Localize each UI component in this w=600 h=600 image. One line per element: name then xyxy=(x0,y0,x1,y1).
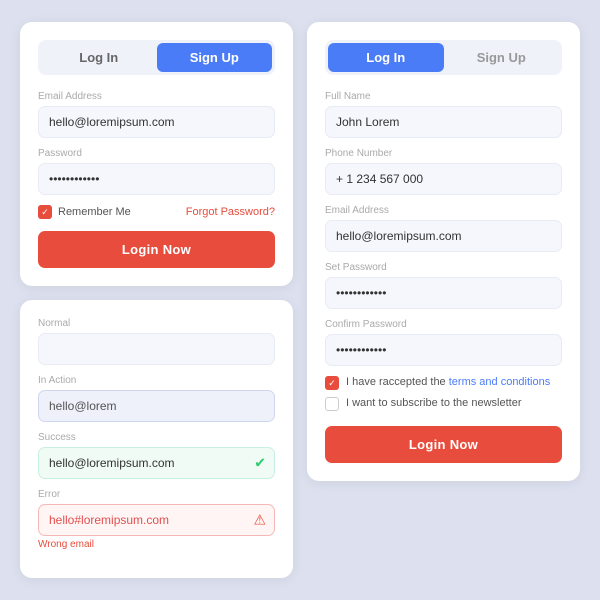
email-input[interactable] xyxy=(38,106,275,138)
in-action-group: In Action xyxy=(38,375,275,422)
email-label: Email Address xyxy=(38,91,275,102)
fullname-label: Full Name xyxy=(325,91,562,102)
success-input[interactable] xyxy=(38,447,275,479)
confirm-password-group: Confirm Password xyxy=(325,319,562,366)
error-label: Error xyxy=(38,489,275,500)
terms-row-1: ✓ I have raccepted the terms and conditi… xyxy=(325,376,562,390)
newsletter-text: I want to subscribe to the newsletter xyxy=(346,397,521,409)
right-email-label: Email Address xyxy=(325,205,562,216)
right-email-group: Email Address xyxy=(325,205,562,252)
success-group: Success ✔ xyxy=(38,432,275,479)
in-action-input[interactable] xyxy=(38,390,275,422)
terms-link[interactable]: terms and conditions xyxy=(449,376,551,388)
login-card-tabs: Log In Sign Up xyxy=(38,40,275,75)
remember-row: ✓ Remember Me Forgot Password? xyxy=(38,205,275,219)
signup-login-button[interactable]: Login Now xyxy=(325,426,562,463)
password-label: Password xyxy=(38,148,275,159)
fullname-group: Full Name xyxy=(325,91,562,138)
phone-input[interactable] xyxy=(325,163,562,195)
phone-label: Phone Number xyxy=(325,148,562,159)
in-action-label: In Action xyxy=(38,375,275,386)
error-icon: ⚠ xyxy=(253,512,266,529)
password-group: Password xyxy=(38,148,275,195)
password-input[interactable] xyxy=(38,163,275,195)
set-password-group: Set Password xyxy=(325,262,562,309)
right-column: Log In Sign Up Full Name Phone Number Em… xyxy=(307,22,580,481)
terms-text: I have raccepted the terms and condition… xyxy=(346,376,550,388)
tab-log-in[interactable]: Log In xyxy=(41,43,157,72)
normal-label: Normal xyxy=(38,318,275,329)
normal-input[interactable] xyxy=(38,333,275,365)
newsletter-checkbox[interactable] xyxy=(325,397,339,411)
success-label: Success xyxy=(38,432,275,443)
input-states-card: Normal In Action Success ✔ Error ⚠ xyxy=(20,300,293,578)
email-group: Email Address xyxy=(38,91,275,138)
normal-group: Normal xyxy=(38,318,275,365)
tab-log-in-right[interactable]: Log In xyxy=(328,43,444,72)
forgot-password-link[interactable]: Forgot Password? xyxy=(186,206,275,218)
remember-label: Remember Me xyxy=(58,206,131,218)
set-password-input[interactable] xyxy=(325,277,562,309)
phone-group: Phone Number xyxy=(325,148,562,195)
error-group: Error ⚠ Wrong email xyxy=(38,489,275,550)
success-input-wrapper: ✔ xyxy=(38,447,275,479)
error-input-wrapper: ⚠ xyxy=(38,504,275,536)
remember-left: ✓ Remember Me xyxy=(38,205,131,219)
terms-row-2: I want to subscribe to the newsletter xyxy=(325,397,562,411)
tab-sign-up[interactable]: Sign Up xyxy=(157,43,273,72)
set-password-label: Set Password xyxy=(325,262,562,273)
login-card: Log In Sign Up Email Address Password ✓ … xyxy=(20,22,293,286)
main-container: Log In Sign Up Email Address Password ✓ … xyxy=(0,2,600,598)
login-button[interactable]: Login Now xyxy=(38,231,275,268)
confirm-password-input[interactable] xyxy=(325,334,562,366)
signup-card: Log In Sign Up Full Name Phone Number Em… xyxy=(307,22,580,481)
confirm-password-label: Confirm Password xyxy=(325,319,562,330)
error-message: Wrong email xyxy=(38,539,275,550)
success-icon: ✔ xyxy=(254,455,266,472)
remember-checkbox[interactable]: ✓ xyxy=(38,205,52,219)
left-column: Log In Sign Up Email Address Password ✓ … xyxy=(20,22,293,578)
fullname-input[interactable] xyxy=(325,106,562,138)
signup-card-tabs: Log In Sign Up xyxy=(325,40,562,75)
right-email-input[interactable] xyxy=(325,220,562,252)
tab-sign-up-right[interactable]: Sign Up xyxy=(444,43,560,72)
error-input[interactable] xyxy=(38,504,275,536)
terms-checkbox[interactable]: ✓ xyxy=(325,376,339,390)
